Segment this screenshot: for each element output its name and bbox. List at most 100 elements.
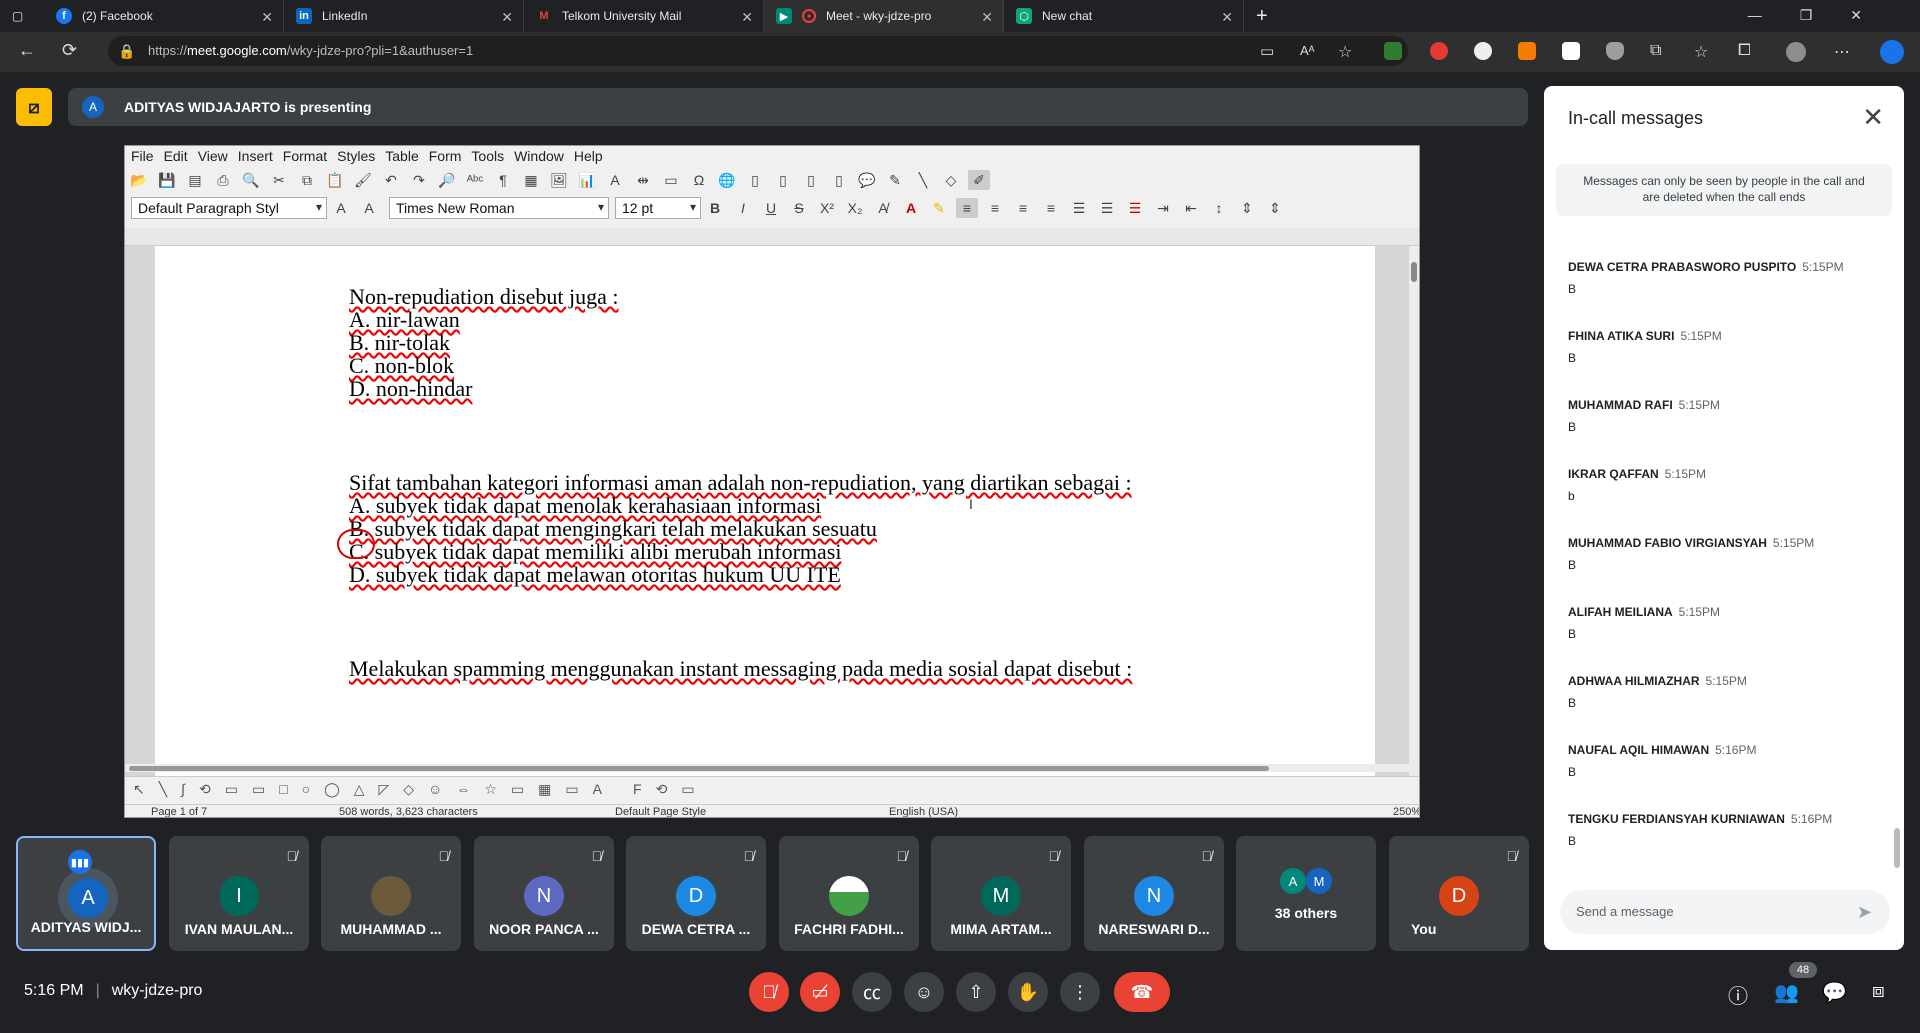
extension-icon[interactable] xyxy=(1562,42,1580,60)
profile-avatar[interactable] xyxy=(1786,42,1806,62)
justify-icon[interactable]: ≡ xyxy=(1040,198,1062,218)
status-language[interactable]: English (USA) xyxy=(889,806,958,817)
chat-icon[interactable]: 💬 xyxy=(1822,980,1847,1005)
open-icon[interactable]: 📂 xyxy=(128,170,150,190)
favorite-icon[interactable]: ☆ xyxy=(1338,42,1352,62)
tab-facebook[interactable]: f (2) Facebook ✕ xyxy=(44,0,284,32)
pdf-icon[interactable]: ▤ xyxy=(184,170,206,190)
find-icon[interactable]: 🔎 xyxy=(436,170,458,190)
participant-tile[interactable]: 🎙̸ I IVAN MAULAN... xyxy=(169,836,309,951)
close-icon[interactable]: ✕ xyxy=(981,9,993,26)
align-right-icon[interactable]: ≡ xyxy=(1012,198,1034,218)
subscript-icon[interactable]: X₂ xyxy=(844,198,866,218)
send-icon[interactable]: ➤ xyxy=(1857,902,1872,923)
lock-icon[interactable]: 🔒 xyxy=(118,43,135,60)
window-controls[interactable]: —❐✕ xyxy=(1748,7,1900,24)
mic-off-button[interactable]: 🎙̸ xyxy=(749,972,789,1012)
underline-icon[interactable]: U xyxy=(760,198,782,218)
hyperlink-icon[interactable]: 🌐 xyxy=(716,170,738,190)
page-break-icon[interactable]: ⇹ xyxy=(632,170,654,190)
paste-icon[interactable]: 📋 xyxy=(324,170,346,190)
tab-gmail[interactable]: M Telkom University Mail ✕ xyxy=(524,0,764,32)
document-page[interactable]: Non-repudiation disebut juga : A. nir-la… xyxy=(155,246,1375,776)
footnote-icon[interactable]: ▯ xyxy=(744,170,766,190)
bookmark-icon[interactable]: ▯ xyxy=(800,170,822,190)
italic-icon[interactable]: I xyxy=(732,198,754,218)
print-icon[interactable]: ⎙ xyxy=(212,170,234,190)
captions-button[interactable]: ㏄ xyxy=(852,972,892,1012)
font-name-select[interactable]: Times New Roman xyxy=(389,197,609,219)
bullets-icon[interactable]: ☰ xyxy=(1068,198,1090,218)
textbox-icon[interactable]: A xyxy=(604,170,626,190)
bing-icon[interactable] xyxy=(1880,40,1904,64)
tab-meet[interactable]: ▶ ● Meet - wky-jdze-pro ✕ xyxy=(764,0,1004,32)
formatting-marks-icon[interactable]: ¶ xyxy=(492,170,514,190)
menu-format[interactable]: Format xyxy=(277,146,327,166)
special-char-icon[interactable]: Ω xyxy=(688,170,710,190)
vertical-scrollbar[interactable] xyxy=(1409,246,1419,776)
new-style-icon[interactable]: A xyxy=(358,198,380,218)
close-icon[interactable]: ✕ xyxy=(741,9,753,26)
font-size-select[interactable]: 12 pt xyxy=(615,197,701,219)
tab-actions-icon[interactable]: ▢ xyxy=(0,0,44,32)
highlight-icon[interactable]: ✎ xyxy=(928,198,950,218)
horizontal-scroll-thumb[interactable] xyxy=(129,766,1269,771)
new-tab-button[interactable]: + xyxy=(1244,0,1284,32)
indent-decrease-icon[interactable]: ⇤ xyxy=(1180,198,1202,218)
status-page[interactable]: Page 1 of 7 xyxy=(151,806,207,817)
others-tile[interactable]: A M 38 others xyxy=(1236,836,1376,951)
comment-icon[interactable]: 💬 xyxy=(856,170,878,190)
more-options-button[interactable]: ⋮ xyxy=(1060,972,1100,1012)
menu-edit[interactable]: Edit xyxy=(158,146,188,166)
menu-window[interactable]: Window xyxy=(508,146,564,166)
draw-functions-icon[interactable]: ✐ xyxy=(968,170,990,190)
align-center-icon[interactable]: ≡ xyxy=(984,198,1006,218)
collections-icon[interactable]: ⧠ xyxy=(1738,42,1751,60)
tab-linkedin[interactable]: in LinkedIn ✕ xyxy=(284,0,524,32)
read-aloud-icon[interactable]: Aᴬ xyxy=(1300,43,1315,58)
camera-off-button[interactable]: ▭̸ xyxy=(800,972,840,1012)
status-zoom[interactable]: 250% xyxy=(1393,806,1419,817)
extension-icon[interactable] xyxy=(1474,42,1492,60)
status-page-style[interactable]: Default Page Style xyxy=(615,806,706,817)
metamask-icon[interactable] xyxy=(1518,42,1536,60)
shield-icon[interactable] xyxy=(1606,42,1624,60)
more-icon[interactable]: ⋯ xyxy=(1834,42,1850,62)
align-left-icon[interactable]: ≡ xyxy=(956,198,978,218)
presentation-icon[interactable]: ⧄ xyxy=(16,88,52,126)
undo-icon[interactable]: ↶ xyxy=(380,170,402,190)
raise-hand-button[interactable]: ✋ xyxy=(1008,972,1048,1012)
people-icon[interactable]: 👥 xyxy=(1774,980,1799,1005)
menu-table[interactable]: Table xyxy=(379,146,418,166)
endnote-icon[interactable]: ▯ xyxy=(772,170,794,190)
preview-icon[interactable]: 🔍 xyxy=(240,170,262,190)
leave-call-button[interactable]: ☎ xyxy=(1114,972,1170,1012)
drawing-tools-icons[interactable]: ↖╲∫⟲▭▭□○◯△◸◇☺⇔☆▭▦▭A F⟲▭ xyxy=(133,781,709,798)
close-icon[interactable]: ✕ xyxy=(1221,9,1233,26)
extension-icon[interactable] xyxy=(1384,42,1402,60)
clear-format-icon[interactable]: A̸ xyxy=(872,198,894,218)
menu-styles[interactable]: Styles xyxy=(331,146,375,166)
close-icon[interactable]: ✕ xyxy=(1862,102,1884,133)
menu-tools[interactable]: Tools xyxy=(465,146,504,166)
numbering-icon[interactable]: ☰ xyxy=(1096,198,1118,218)
extensions-icon[interactable]: ⧉ xyxy=(1650,42,1661,60)
participant-tile[interactable]: 🎙̸ N NOOR PANCA ... xyxy=(474,836,614,951)
menu-file[interactable]: File xyxy=(125,146,154,166)
menu-form[interactable]: Form xyxy=(423,146,462,166)
participant-tile[interactable]: 🎙̸ D DEWA CETRA ... xyxy=(626,836,766,951)
reload-icon[interactable]: ⟳ xyxy=(62,40,77,61)
menu-help[interactable]: Help xyxy=(568,146,603,166)
cut-icon[interactable]: ✂ xyxy=(268,170,290,190)
line-spacing-icon[interactable]: ↕ xyxy=(1208,198,1230,218)
decrease-spacing-icon[interactable]: ⇕ xyxy=(1264,198,1286,218)
strikethrough-icon[interactable]: S xyxy=(788,198,810,218)
horizontal-ruler[interactable] xyxy=(125,228,1419,246)
menu-view[interactable]: View xyxy=(192,146,228,166)
shapes-icon[interactable]: ◇ xyxy=(940,170,962,190)
self-tile[interactable]: 🎙̸ D You xyxy=(1389,836,1529,951)
superscript-icon[interactable]: X² xyxy=(816,198,838,218)
image-icon[interactable]: 🖼 xyxy=(548,170,570,190)
emoji-button[interactable]: ☺ xyxy=(904,972,944,1012)
save-icon[interactable]: 💾 xyxy=(156,170,178,190)
